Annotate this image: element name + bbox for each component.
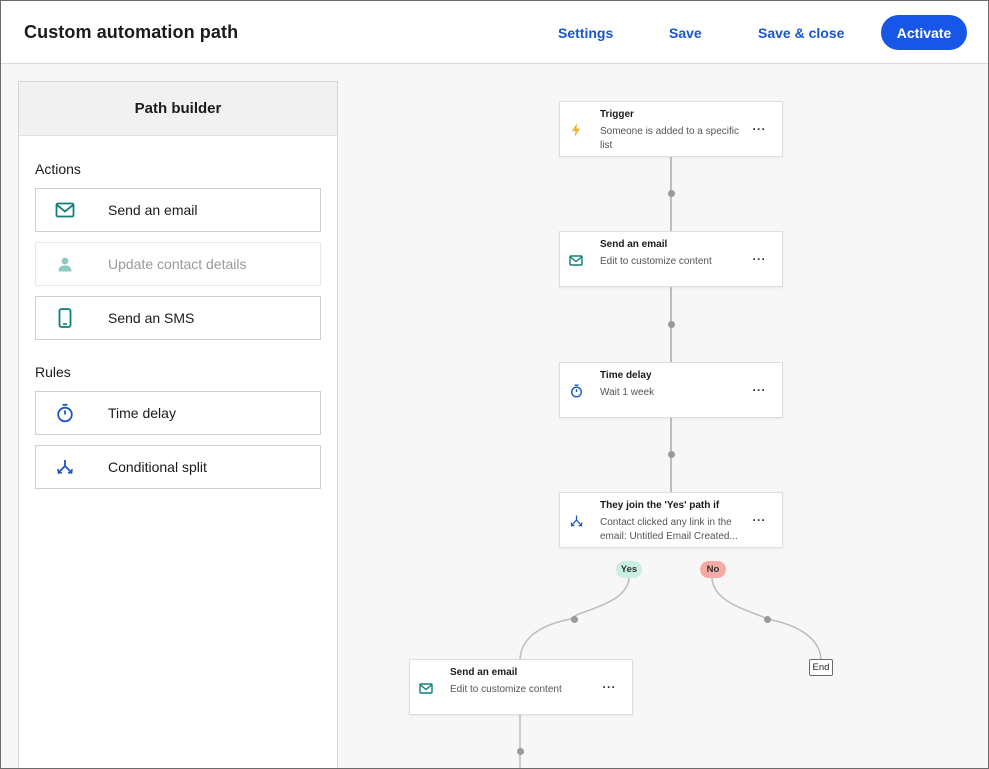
tool-label: Send an email — [108, 202, 198, 218]
tool-send-sms[interactable]: Send an SMS — [35, 296, 321, 340]
save-and-close-link[interactable]: Save & close — [758, 25, 844, 41]
page-title: Custom automation path — [24, 22, 239, 42]
flow-canvas: Trigger Someone is added to a specific l… — [339, 65, 988, 768]
settings-link[interactable]: Settings — [558, 25, 613, 41]
node-title: Trigger — [600, 109, 634, 120]
rules-section-title: Rules — [35, 364, 71, 380]
tool-label: Update contact details — [108, 256, 247, 272]
more-options-icon[interactable]: ··· — [753, 252, 767, 266]
tool-label: Conditional split — [108, 459, 207, 475]
envelope-icon — [569, 253, 583, 267]
more-options-icon[interactable]: ··· — [753, 383, 767, 397]
save-link[interactable]: Save — [669, 25, 702, 41]
send-email-node[interactable]: Send an email Edit to customize content … — [559, 231, 783, 287]
more-options-icon[interactable]: ··· — [753, 122, 767, 136]
stopwatch-icon — [569, 384, 583, 398]
app-window: Custom automation path Settings Save Sav… — [0, 0, 989, 769]
tool-update-contact-details: Update contact details — [35, 242, 321, 286]
envelope-icon — [36, 202, 94, 218]
node-title: Time delay — [600, 370, 652, 381]
envelope-icon — [419, 681, 433, 695]
node-subtitle: Someone is added to a specific list — [600, 126, 739, 151]
connector-dot — [763, 615, 771, 623]
top-bar: Custom automation path Settings Save Sav… — [1, 1, 988, 64]
tool-send-email[interactable]: Send an email — [35, 188, 321, 232]
tool-conditional-split[interactable]: Conditional split — [35, 445, 321, 489]
end-marker: End — [809, 659, 833, 676]
split-icon — [36, 459, 94, 475]
yes-branch-label: Yes — [616, 561, 642, 578]
more-options-icon[interactable]: ··· — [603, 680, 617, 694]
node-subtitle: Contact clicked any link in the email: U… — [600, 517, 738, 542]
conditional-split-node[interactable]: They join the 'Yes' path if Contact clic… — [559, 492, 783, 548]
split-icon — [569, 514, 583, 528]
node-title: Send an email — [600, 239, 668, 250]
path-builder-panel: Path builder Actions Send an email Updat… — [18, 81, 338, 768]
node-subtitle: Wait 1 week — [600, 387, 655, 398]
no-branch-label: No — [700, 561, 726, 578]
send-email-node[interactable]: Send an email Edit to customize content … — [409, 659, 633, 715]
activate-button[interactable]: Activate — [881, 15, 967, 50]
actions-section-title: Actions — [35, 161, 81, 177]
tool-label: Time delay — [108, 405, 176, 421]
node-title: They join the 'Yes' path if — [600, 500, 720, 511]
tool-label: Send an SMS — [108, 310, 195, 326]
node-subtitle: Edit to customize content — [600, 256, 712, 267]
node-subtitle: Edit to customize content — [450, 684, 562, 695]
person-icon — [36, 256, 94, 272]
time-delay-node[interactable]: Time delay Wait 1 week ··· — [559, 362, 783, 418]
connector-dot — [570, 615, 578, 623]
more-options-icon[interactable]: ··· — [753, 513, 767, 527]
phone-icon — [36, 308, 94, 328]
trigger-node[interactable]: Trigger Someone is added to a specific l… — [559, 101, 783, 157]
connector-dot — [516, 748, 524, 755]
node-title: Send an email — [450, 667, 518, 678]
tool-time-delay[interactable]: Time delay — [35, 391, 321, 435]
stopwatch-icon — [36, 403, 94, 423]
lightning-icon — [569, 123, 583, 137]
panel-title: Path builder — [19, 82, 337, 136]
